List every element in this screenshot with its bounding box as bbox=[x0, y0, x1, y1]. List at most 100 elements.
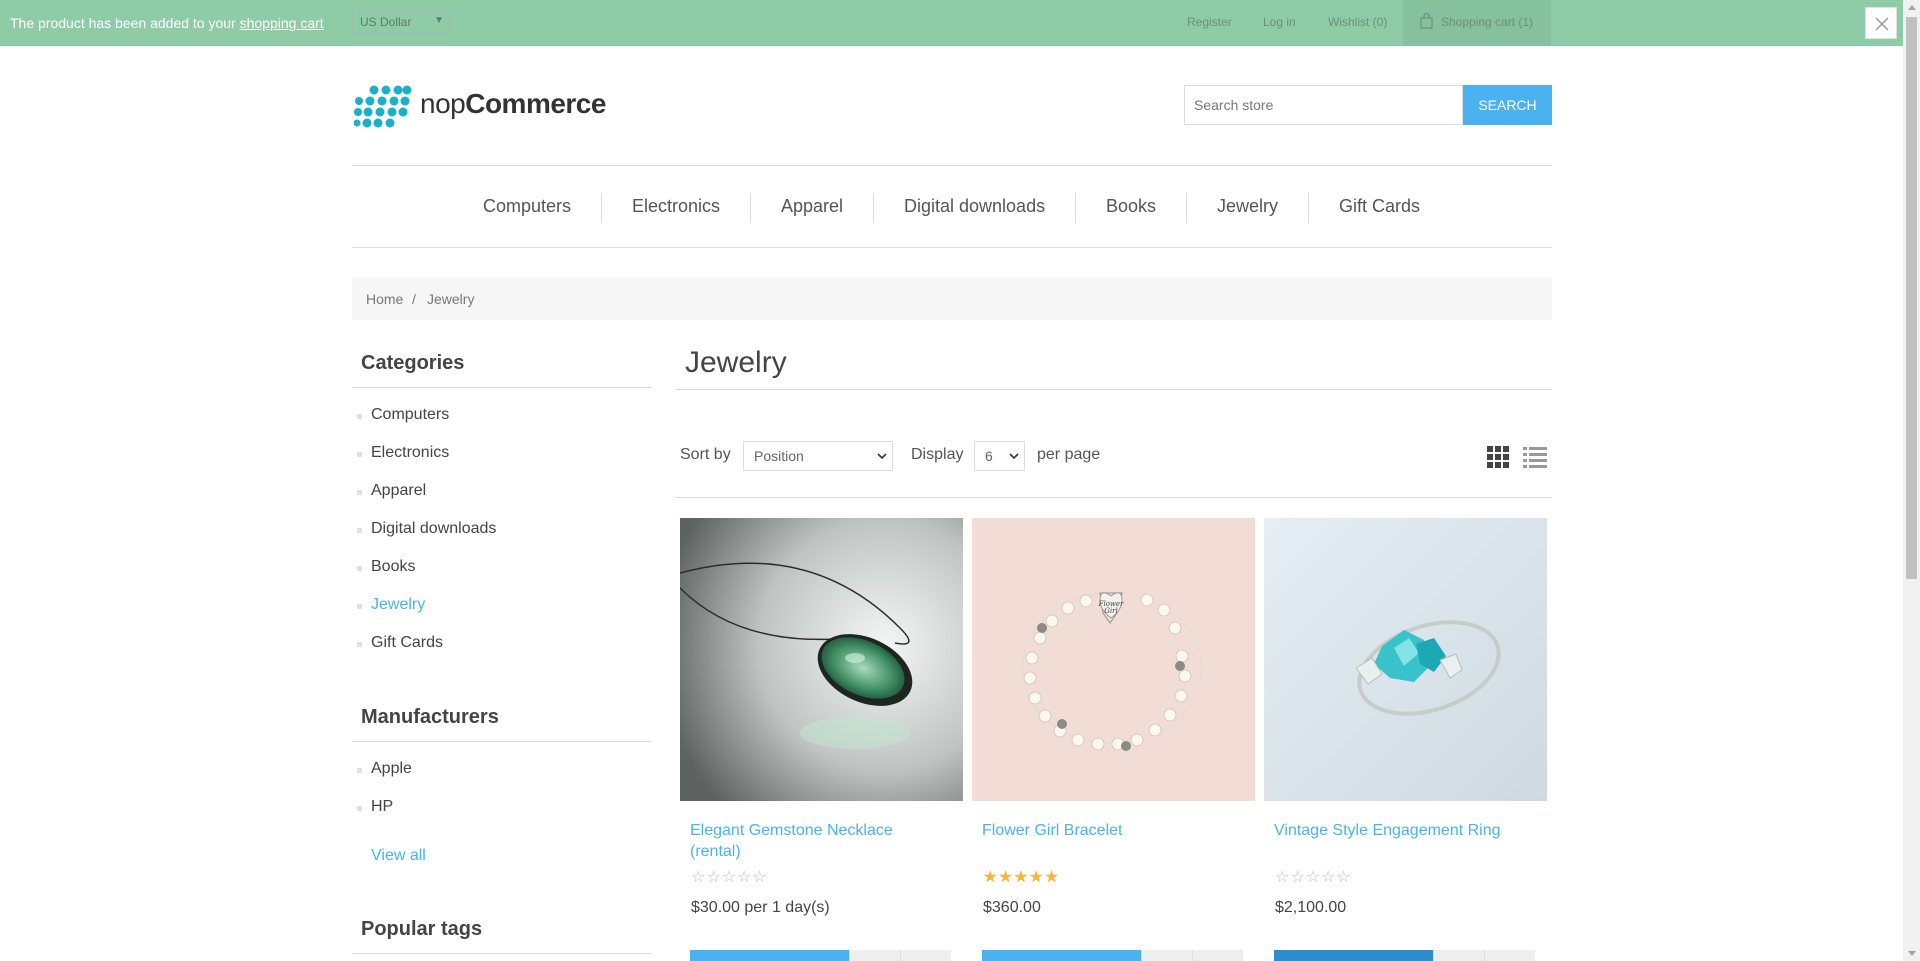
list-bullet bbox=[357, 806, 362, 811]
breadcrumb-home-link[interactable]: Home bbox=[366, 291, 403, 307]
search-input[interactable]: Search store bbox=[1184, 85, 1463, 125]
product-title-line: Vintage Style Engagement Ring bbox=[1274, 822, 1501, 839]
menu-item-computers[interactable]: Computers bbox=[483, 196, 571, 217]
product-price: $360.00 bbox=[983, 899, 1041, 916]
manufacturer-hp[interactable]: HP bbox=[371, 798, 393, 816]
list-bullet bbox=[357, 452, 362, 457]
categories-divider bbox=[352, 387, 652, 388]
logo-text-bold: Commerce bbox=[465, 88, 606, 119]
chevron-down-icon bbox=[877, 453, 887, 460]
list-bullet bbox=[357, 528, 362, 533]
notification-cart-link[interactable]: shopping cart bbox=[240, 15, 324, 31]
menu-item-books[interactable]: Books bbox=[1106, 196, 1156, 217]
currency-value: US Dollar bbox=[360, 15, 412, 29]
add-to-compare-button[interactable] bbox=[1433, 950, 1484, 961]
add-to-cart-button[interactable] bbox=[982, 950, 1141, 961]
chevron-down-icon bbox=[1009, 453, 1019, 460]
popular-tags-divider bbox=[352, 953, 652, 954]
menu-separator bbox=[1075, 193, 1076, 223]
logo-text-regular: nop bbox=[420, 88, 466, 119]
currency-select[interactable]: US Dollar ▼ bbox=[352, 11, 451, 34]
product-title-link[interactable]: Flower Girl Bracelet bbox=[982, 820, 1122, 841]
store-logo[interactable]: nopCommerce bbox=[354, 84, 606, 128]
scroll-up-arrow-icon[interactable] bbox=[1908, 5, 1916, 10]
add-to-wishlist-button[interactable] bbox=[1484, 950, 1535, 961]
login-link[interactable]: Log in bbox=[1263, 15, 1296, 29]
list-bullet bbox=[357, 768, 362, 773]
view-all-manufacturers-link[interactable]: View all bbox=[371, 847, 426, 865]
product-image-bracelet[interactable]: Flower Girl bbox=[972, 518, 1255, 801]
display-label: Display bbox=[911, 446, 964, 463]
menu-separator bbox=[873, 193, 874, 223]
options-divider bbox=[675, 497, 1552, 498]
logo-text: nopCommerce bbox=[420, 88, 606, 120]
product-price: $2,100.00 bbox=[1275, 899, 1347, 916]
menu-item-jewelry[interactable]: Jewelry bbox=[1217, 196, 1278, 217]
scrollbar-thumb[interactable] bbox=[1906, 17, 1917, 579]
logo-dots-icon bbox=[354, 85, 412, 128]
product-price: $30.00 per 1 day(s) bbox=[691, 899, 830, 916]
category-gift-cards[interactable]: Gift Cards bbox=[371, 634, 443, 652]
manufacturer-apple[interactable]: Apple bbox=[371, 760, 412, 778]
svg-text:Girl: Girl bbox=[1104, 607, 1117, 615]
add-to-cart-button[interactable] bbox=[690, 950, 849, 961]
breadcrumb-separator: / bbox=[412, 291, 416, 307]
menu-separator bbox=[1186, 193, 1187, 223]
breadcrumb: Home / Jewelry bbox=[352, 278, 1552, 320]
list-view-icon[interactable] bbox=[1523, 446, 1547, 468]
product-rating-stars: ☆☆☆☆☆ bbox=[691, 869, 768, 886]
menu-item-electronics[interactable]: Electronics bbox=[632, 196, 720, 217]
product-title-link[interactable]: Vintage Style Engagement Ring bbox=[1274, 820, 1501, 841]
product-image-necklace[interactable] bbox=[680, 518, 963, 801]
add-to-compare-button[interactable] bbox=[1141, 950, 1192, 961]
categories-title: Categories bbox=[361, 352, 465, 374]
shopping-cart-label: Shopping cart (1) bbox=[1441, 15, 1534, 29]
menu-item-gift-cards[interactable]: Gift Cards bbox=[1339, 196, 1420, 217]
breadcrumb-current: Jewelry bbox=[427, 291, 475, 307]
product-image-ring[interactable] bbox=[1264, 518, 1547, 801]
add-to-wishlist-button[interactable] bbox=[1192, 950, 1243, 961]
sort-by-select[interactable]: Position bbox=[743, 441, 893, 471]
notification-text: The product has been added to your bbox=[10, 15, 240, 31]
chevron-down-icon: ▼ bbox=[434, 15, 444, 26]
wishlist-link[interactable]: Wishlist (0) bbox=[1328, 15, 1387, 29]
product-rating-stars: ★★★★★ bbox=[983, 869, 1060, 886]
add-to-wishlist-button[interactable] bbox=[900, 950, 951, 961]
scroll-down-arrow-icon[interactable] bbox=[1908, 951, 1916, 956]
page-scrollbar[interactable] bbox=[1903, 0, 1920, 961]
category-electronics[interactable]: Electronics bbox=[371, 444, 449, 462]
menu-separator bbox=[1308, 193, 1309, 223]
product-rating-stars: ☆☆☆☆☆ bbox=[1275, 869, 1352, 886]
menu-divider-bottom bbox=[352, 247, 1552, 248]
popular-tags-title: Popular tags bbox=[361, 918, 483, 940]
category-digital-downloads[interactable]: Digital downloads bbox=[371, 520, 496, 538]
category-jewelry[interactable]: Jewelry bbox=[371, 596, 425, 614]
shopping-cart-link[interactable]: Shopping cart (1) bbox=[1403, 0, 1551, 46]
grid-view-icon[interactable] bbox=[1487, 446, 1509, 468]
manufacturers-title: Manufacturers bbox=[361, 706, 499, 728]
list-bullet bbox=[357, 414, 362, 419]
close-notification-button[interactable] bbox=[1865, 7, 1897, 39]
notification-message: The product has been added to your shopp… bbox=[10, 15, 324, 31]
product-title-link[interactable]: Elegant Gemstone Necklace (rental) bbox=[690, 820, 893, 862]
list-bullet bbox=[357, 490, 362, 495]
search-button[interactable]: SEARCH bbox=[1463, 85, 1552, 125]
per-page-label: per page bbox=[1037, 446, 1101, 463]
menu-divider-top bbox=[352, 165, 1552, 166]
menu-item-apparel[interactable]: Apparel bbox=[781, 196, 843, 217]
register-link[interactable]: Register bbox=[1187, 15, 1232, 29]
menu-item-digital-downloads[interactable]: Digital downloads bbox=[904, 196, 1045, 217]
category-apparel[interactable]: Apparel bbox=[371, 482, 426, 500]
page-size-select[interactable]: 6 bbox=[974, 441, 1025, 471]
page-title: Jewelry bbox=[685, 346, 787, 379]
close-icon bbox=[1875, 17, 1889, 31]
add-to-compare-button[interactable] bbox=[849, 950, 900, 961]
category-computers[interactable]: Computers bbox=[371, 406, 449, 424]
product-title-line: Flower Girl Bracelet bbox=[982, 822, 1123, 839]
list-bullet bbox=[357, 642, 362, 647]
category-books[interactable]: Books bbox=[371, 558, 415, 576]
add-to-cart-button[interactable] bbox=[1274, 950, 1433, 961]
menu-separator bbox=[601, 193, 602, 223]
sort-by-label: Sort by bbox=[680, 446, 731, 463]
page-size-value: 6 bbox=[985, 448, 993, 464]
